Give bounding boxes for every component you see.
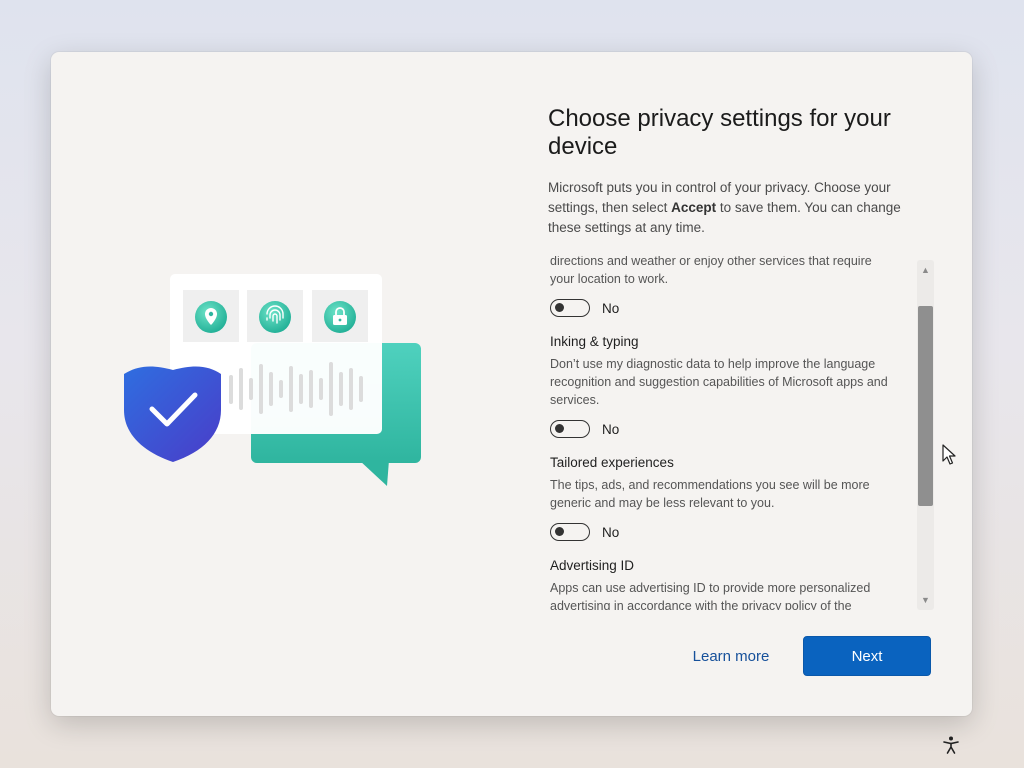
scrollbar-thumb[interactable] [918, 306, 933, 506]
tailored-toggle-label: No [602, 524, 620, 540]
setting-location: directions and weather or enjoy other se… [550, 256, 895, 319]
setting-location-toggle-row: No [550, 297, 895, 319]
location-toggle[interactable] [550, 299, 590, 317]
settings-list: directions and weather or enjoy other se… [550, 256, 895, 610]
setting-tailored: Tailored experiences The tips, ads, and … [550, 454, 895, 543]
intro-accept-bold: Accept [671, 200, 717, 215]
setting-inking: Inking & typing Don’t use my diagnostic … [550, 333, 895, 440]
intro-text: Microsoft puts you in control of your pr… [548, 178, 918, 238]
setting-inking-desc: Don’t use my diagnostic data to help imp… [550, 357, 888, 407]
toggle-knob [555, 303, 564, 312]
inking-toggle-label: No [602, 421, 620, 437]
scroll-up-icon[interactable]: ▲ [917, 262, 934, 278]
setting-inking-title: Inking & typing [550, 334, 639, 349]
setting-advertising: Advertising ID Apps can use advertising … [550, 557, 895, 610]
setting-tailored-toggle-row: No [550, 521, 895, 543]
tailored-toggle[interactable] [550, 523, 590, 541]
lock-icon [324, 301, 356, 333]
setting-tailored-title: Tailored experiences [550, 455, 674, 470]
settings-scrollbar[interactable]: ▲ ▼ [917, 260, 934, 610]
toggle-knob [555, 527, 564, 536]
setting-advertising-title: Advertising ID [550, 558, 635, 573]
inking-toggle[interactable] [550, 420, 590, 438]
toggle-knob [555, 424, 564, 433]
setting-location-desc: directions and weather or enjoy other se… [550, 256, 872, 286]
shield-check-icon [124, 366, 221, 462]
learn-more-button[interactable]: Learn more [669, 636, 793, 676]
page-title: Choose privacy settings for your device [548, 105, 891, 160]
setting-advertising-desc: Apps can use advertising ID to provide m… [550, 581, 871, 610]
settings-scroll-area[interactable]: directions and weather or enjoy other se… [548, 256, 898, 610]
fingerprint-icon [259, 301, 291, 333]
setting-tailored-desc: The tips, ads, and recommendations you s… [550, 478, 870, 510]
location-icon [195, 301, 227, 333]
mouse-cursor-icon [942, 444, 956, 465]
next-button[interactable]: Next [803, 636, 931, 676]
accessibility-icon[interactable] [941, 735, 961, 755]
privacy-illustration [124, 274, 421, 486]
setting-inking-toggle-row: No [550, 418, 895, 440]
scroll-down-icon[interactable]: ▼ [917, 592, 934, 608]
oobe-dialog: Choose privacy settings for your device … [51, 52, 972, 716]
location-toggle-label: No [602, 300, 620, 316]
